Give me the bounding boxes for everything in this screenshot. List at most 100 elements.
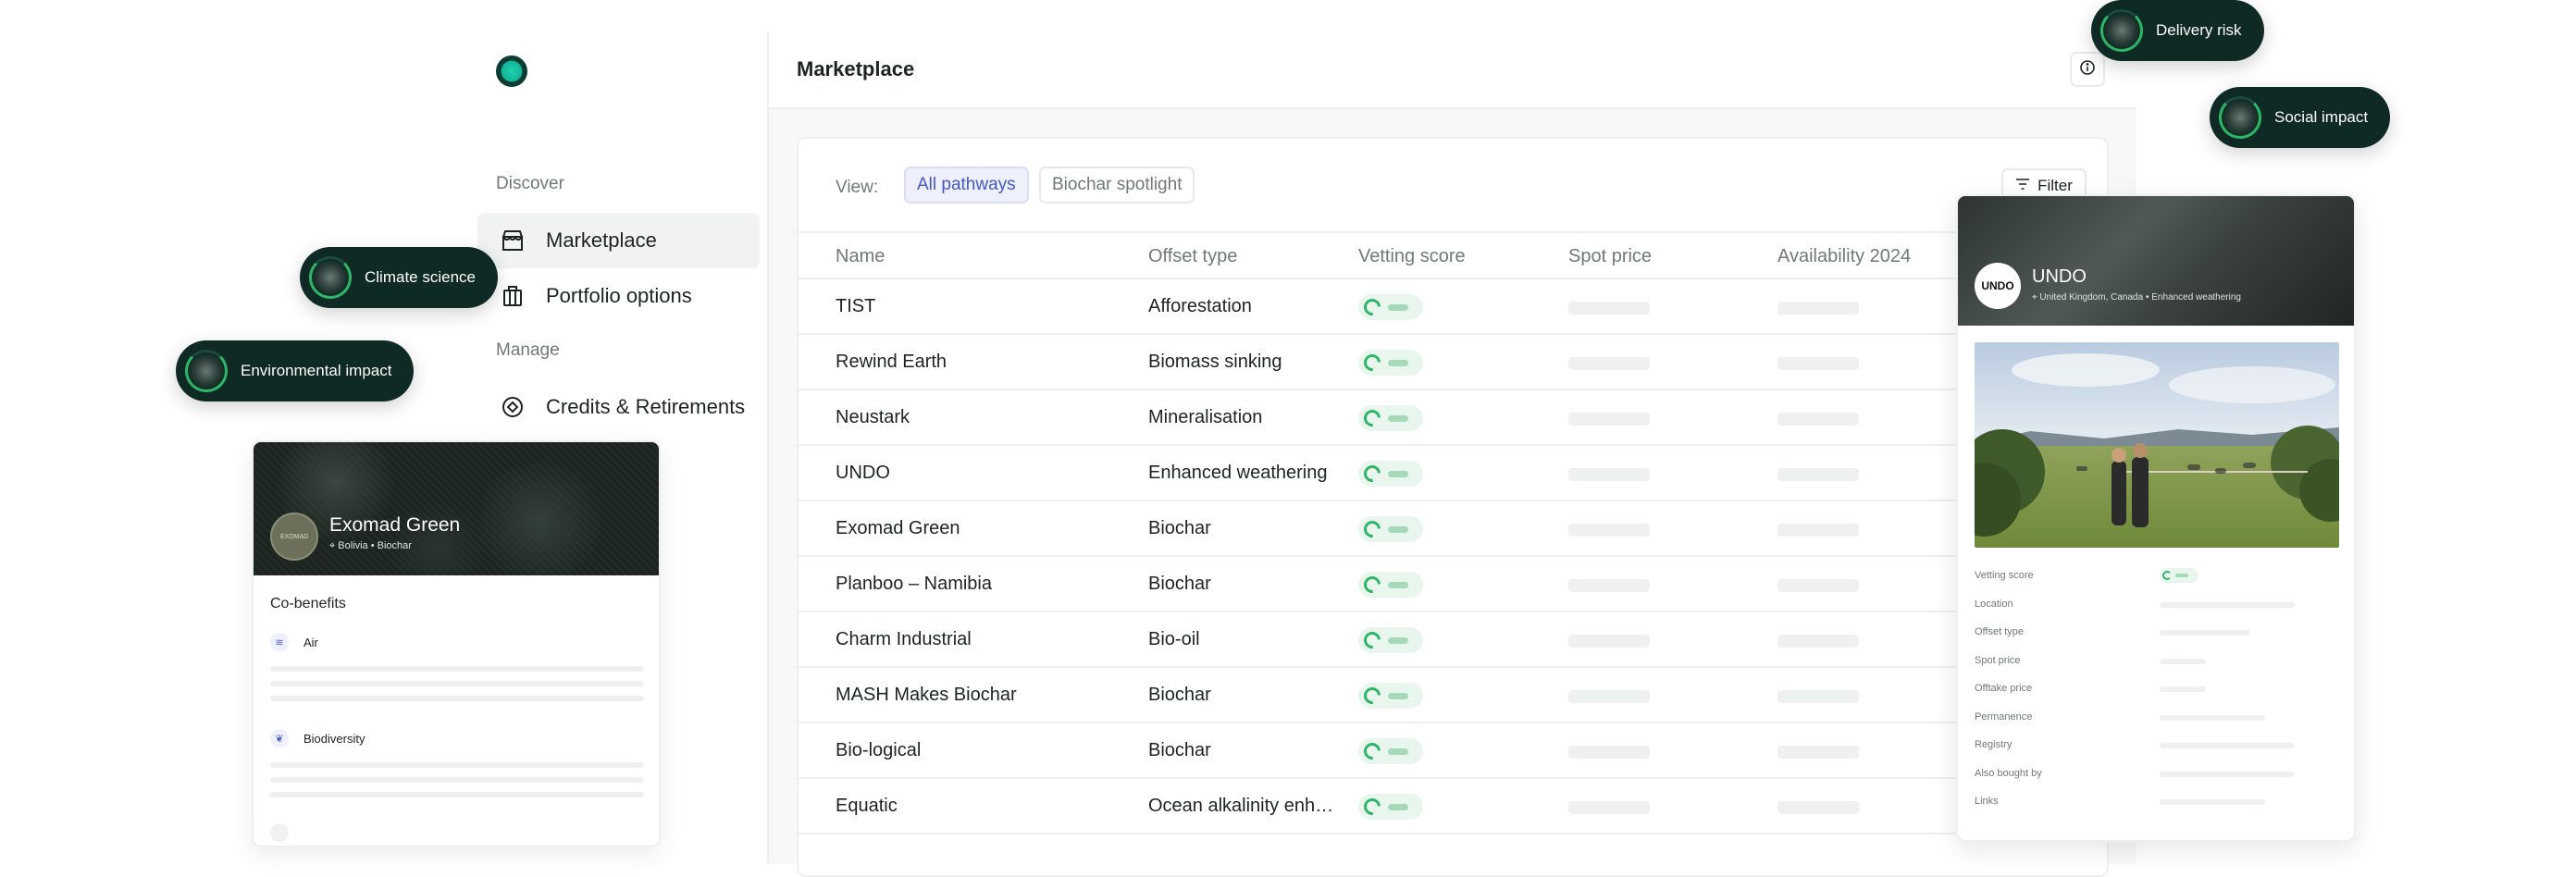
card-title: UNDO bbox=[2032, 266, 2087, 287]
spot-price-placeholder bbox=[1568, 524, 1650, 537]
column-header-availability[interactable]: Availability 2024 bbox=[1777, 246, 1911, 267]
tag-climate-science: Climate science bbox=[300, 247, 498, 308]
cobenefit-item-air: ≋ Air bbox=[270, 633, 318, 651]
placeholder-line bbox=[270, 762, 644, 768]
location-pin-icon: ⌖ bbox=[329, 540, 336, 551]
detail-label: Also bought by bbox=[1975, 767, 2042, 779]
row-name: Exomad Green bbox=[836, 518, 960, 538]
filter-icon bbox=[2015, 177, 2030, 195]
detail-label: Offtake price bbox=[1975, 683, 2033, 694]
vetting-score-pill bbox=[2160, 568, 2198, 583]
target-icon bbox=[500, 394, 526, 420]
row-name: Charm Industrial bbox=[836, 629, 972, 649]
vetting-score-pill bbox=[1358, 405, 1423, 431]
sidebar-item-marketplace[interactable]: Marketplace bbox=[477, 213, 760, 268]
availability-placeholder bbox=[1777, 746, 1859, 759]
score-ring-icon bbox=[1360, 795, 1384, 819]
card-hero-image bbox=[1958, 196, 2354, 326]
score-ring-icon bbox=[1360, 462, 1384, 486]
column-header-offset-type[interactable]: Offset type bbox=[1148, 246, 1237, 267]
view-chip-all-pathways[interactable]: All pathways bbox=[904, 167, 1029, 204]
vetting-score-pill bbox=[1358, 461, 1423, 487]
sidebar-item-credits-retirements[interactable]: Credits & Retirements bbox=[477, 379, 760, 435]
view-label: View: bbox=[836, 178, 879, 197]
detail-value-placeholder bbox=[2160, 601, 2295, 608]
table-row[interactable]: Charm Industrial Bio-oil bbox=[799, 612, 2111, 668]
more-icon bbox=[270, 823, 289, 842]
column-header-name[interactable]: Name bbox=[836, 246, 885, 267]
detail-label: Links bbox=[1975, 796, 1999, 807]
cobenefit-item-biodiversity: ❦ Biodiversity bbox=[270, 729, 365, 747]
placeholder-line bbox=[270, 777, 644, 783]
sidebar-item-label: Credits & Retirements bbox=[546, 395, 746, 418]
row-offset-type: Biochar bbox=[1148, 518, 1211, 538]
card-subtitle: ⌖ Bolivia • Biochar bbox=[329, 540, 412, 551]
table-row[interactable]: Neustark Mineralisation bbox=[799, 390, 2111, 446]
card-title: Exomad Green bbox=[329, 514, 461, 536]
progress-ring-icon bbox=[185, 350, 228, 392]
table-row[interactable]: Bio-logical Biochar bbox=[799, 723, 2111, 779]
table-row[interactable]: Exomad Green Biochar bbox=[799, 501, 2111, 557]
offsets-table: Name Offset type Vetting score Spot pric… bbox=[799, 231, 2111, 834]
vetting-score-pill bbox=[1358, 627, 1423, 653]
table-row[interactable]: Rewind Earth Biomass sinking bbox=[799, 335, 2111, 390]
availability-placeholder bbox=[1777, 357, 1859, 370]
score-placeholder bbox=[1388, 303, 1408, 311]
briefcase-icon bbox=[500, 283, 526, 309]
table-row[interactable]: Equatic Ocean alkalinity enhan... bbox=[799, 779, 2111, 834]
table-row[interactable]: Planboo – Namibia Biochar bbox=[799, 557, 2111, 612]
sidebar-item-label: Portfolio options bbox=[546, 284, 692, 307]
table-body: TIST Afforestation Rewind Earth Biomass sin… bbox=[799, 279, 2111, 834]
table-row[interactable]: TIST Afforestation bbox=[799, 279, 2111, 335]
score-placeholder bbox=[1388, 470, 1408, 477]
availability-placeholder bbox=[1777, 579, 1859, 592]
card-hero-image bbox=[254, 442, 659, 575]
row-offset-type: Enhanced weathering bbox=[1148, 463, 1328, 483]
app-logo[interactable] bbox=[496, 56, 527, 87]
score-ring-icon bbox=[1360, 628, 1384, 652]
vetting-score-pill bbox=[1358, 738, 1423, 764]
row-name: Planboo – Namibia bbox=[836, 574, 992, 594]
row-name: MASH Makes Biochar bbox=[836, 685, 1017, 705]
tag-label: Environmental impact bbox=[241, 362, 392, 379]
top-bar: Marketplace bbox=[769, 31, 2136, 109]
row-offset-type: Ocean alkalinity enhan... bbox=[1148, 796, 1343, 816]
view-chip-biochar-spotlight[interactable]: Biochar spotlight bbox=[1039, 167, 1195, 204]
page-title: Marketplace bbox=[797, 57, 915, 80]
detail-value-placeholder bbox=[2160, 714, 2265, 721]
detail-label: Registry bbox=[1975, 739, 2012, 750]
score-ring-icon bbox=[1360, 351, 1384, 375]
spot-price-placeholder bbox=[1568, 746, 1650, 759]
avatar: UNDO bbox=[1975, 263, 2021, 309]
score-ring-icon bbox=[1360, 684, 1384, 708]
spot-price-placeholder bbox=[1568, 468, 1650, 481]
project-card-exomad-green[interactable]: EXOMAD Exomad Green ⌖ Bolivia • Biochar … bbox=[252, 440, 661, 847]
spot-price-placeholder bbox=[1568, 357, 1650, 370]
spot-price-placeholder bbox=[1568, 690, 1650, 703]
row-name: UNDO bbox=[836, 463, 890, 483]
score-placeholder bbox=[1388, 359, 1408, 366]
info-button[interactable] bbox=[2070, 52, 2105, 87]
sidebar-item-portfolio-options[interactable]: Portfolio options bbox=[477, 268, 760, 324]
table-row[interactable]: MASH Makes Biochar Biochar bbox=[799, 668, 2111, 723]
avatar: EXOMAD bbox=[270, 513, 318, 561]
availability-placeholder bbox=[1777, 413, 1859, 426]
card-subtitle: ⌖ United Kingdom, Canada • Enhanced weat… bbox=[2032, 292, 2241, 303]
score-ring-icon bbox=[1360, 517, 1384, 541]
table-header: Name Offset type Vetting score Spot pric… bbox=[799, 231, 2111, 279]
row-offset-type: Biomass sinking bbox=[1148, 352, 1282, 372]
table-row[interactable]: UNDO Enhanced weathering bbox=[799, 446, 2111, 501]
tag-label: Climate science bbox=[365, 268, 476, 286]
column-header-vetting-score[interactable]: Vetting score bbox=[1358, 246, 1466, 267]
vetting-score-pill bbox=[1358, 294, 1423, 320]
tag-social-impact: Social impact bbox=[2210, 87, 2391, 148]
row-offset-type: Biochar bbox=[1148, 685, 1211, 705]
cobenefits-heading: Co-benefits bbox=[270, 596, 346, 611]
card-location: Bolivia bbox=[338, 540, 368, 551]
project-card-undo[interactable]: UNDO UNDO ⌖ United Kingdom, Canada • Enh… bbox=[1956, 194, 2356, 842]
sidebar-heading-discover: Discover bbox=[496, 174, 564, 193]
column-header-spot-price[interactable]: Spot price bbox=[1568, 246, 1652, 267]
tag-environmental-impact: Environmental impact bbox=[176, 340, 415, 401]
project-photo bbox=[1975, 342, 2339, 548]
placeholder-line bbox=[270, 681, 644, 686]
